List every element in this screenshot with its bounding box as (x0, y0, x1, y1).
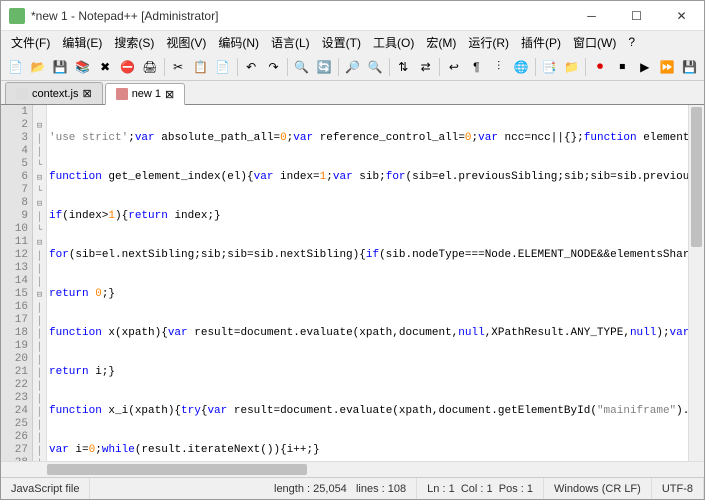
code-line: 'use strict';var absolute_path_all=0;var… (49, 132, 702, 145)
zoom-out-icon[interactable]: 🔍 (364, 56, 385, 78)
open-file-icon[interactable]: 📂 (27, 56, 48, 78)
replace-icon[interactable]: 🔄 (314, 56, 335, 78)
code-line: if(index>1){return index;} (49, 210, 702, 223)
menu-window[interactable]: 窗口(W) (567, 32, 622, 53)
save-all-icon[interactable]: 📚 (72, 56, 93, 78)
editor[interactable]: 12345 678910 1112131415 1617181920 21222… (1, 105, 704, 461)
wordwrap-icon[interactable]: ↩ (443, 56, 464, 78)
window-title: *new 1 - Notepad++ [Administrator] (31, 9, 569, 23)
menu-edit[interactable]: 编辑(E) (56, 32, 108, 53)
toolbar: 📄 📂 💾 📚 ✖ ⛔ 🖨 ✂ 📋 📄 ↶ ↷ 🔍 🔄 🔎 🔍 ⇅ ⇄ ↩ ¶ … (1, 53, 704, 81)
menu-view[interactable]: 视图(V) (160, 32, 212, 53)
save-icon[interactable]: 💾 (50, 56, 71, 78)
code-line: function x(xpath){var result=document.ev… (49, 327, 702, 340)
menu-file[interactable]: 文件(F) (5, 32, 56, 53)
code-line: var i=0;while(result.iterateNext()){i++;… (49, 444, 702, 457)
code-line: return 0;} (49, 288, 702, 301)
new-file-icon[interactable]: 📄 (5, 56, 26, 78)
func-list-icon[interactable]: 📑 (539, 56, 560, 78)
menu-encoding[interactable]: 编码(N) (212, 32, 265, 53)
vertical-scrollbar[interactable] (688, 105, 704, 461)
status-filetype: JavaScript file (1, 478, 90, 499)
separator (338, 58, 339, 76)
separator (535, 58, 536, 76)
maximize-button[interactable]: ☐ (614, 1, 659, 31)
horizontal-scrollbar[interactable] (1, 461, 704, 477)
separator (389, 58, 390, 76)
lang-icon[interactable]: 🌐 (510, 56, 531, 78)
redo-icon[interactable]: ↷ (263, 56, 284, 78)
scrollbar-thumb[interactable] (691, 107, 702, 247)
menu-bar: 文件(F) 编辑(E) 搜索(S) 视图(V) 编码(N) 语言(L) 设置(T… (1, 31, 704, 53)
stop-macro-icon[interactable]: ⏹ (612, 56, 633, 78)
separator (164, 58, 165, 76)
code-line: function get_element_index(el){var index… (49, 171, 702, 184)
tab-label: new 1 (132, 88, 161, 100)
menu-plugins[interactable]: 插件(P) (515, 32, 567, 53)
line-number-gutter: 12345 678910 1112131415 1617181920 21222… (1, 105, 33, 461)
separator (439, 58, 440, 76)
close-file-icon[interactable]: ✖ (94, 56, 115, 78)
menu-tools[interactable]: 工具(O) (367, 32, 420, 53)
sync-v-icon[interactable]: ⇅ (393, 56, 414, 78)
menu-macro[interactable]: 宏(M) (420, 32, 462, 53)
menu-language[interactable]: 语言(L) (265, 32, 316, 53)
minimize-button[interactable]: ─ (569, 1, 614, 31)
show-chars-icon[interactable]: ¶ (466, 56, 487, 78)
title-bar: *new 1 - Notepad++ [Administrator] ─ ☐ ✕ (1, 1, 704, 31)
tab-label: context.js (32, 88, 78, 100)
copy-icon[interactable]: 📋 (190, 56, 211, 78)
undo-icon[interactable]: ↶ (241, 56, 262, 78)
close-all-icon[interactable]: ⛔ (117, 56, 138, 78)
status-bar: JavaScript file length : 25,054 lines : … (1, 477, 704, 499)
tab-new-1[interactable]: new 1 ⊠ (105, 83, 186, 105)
indent-guide-icon[interactable]: ⫶ (488, 56, 509, 78)
paste-icon[interactable]: 📄 (212, 56, 233, 78)
status-position: Ln : 1 Col : 1 Pos : 1 (417, 478, 544, 499)
code-line: function x_i(xpath){try{var result=docum… (49, 405, 702, 418)
folder-icon[interactable]: 📁 (561, 56, 582, 78)
tab-bar: context.js ⊠ new 1 ⊠ (1, 81, 704, 105)
zoom-in-icon[interactable]: 🔎 (342, 56, 363, 78)
tab-close-icon[interactable]: ⊠ (165, 88, 174, 101)
file-icon (116, 88, 128, 100)
separator (237, 58, 238, 76)
record-macro-icon[interactable]: ⏺ (589, 56, 610, 78)
status-eol[interactable]: Windows (CR LF) (544, 478, 652, 499)
tab-context-js[interactable]: context.js ⊠ (5, 82, 103, 104)
code-content[interactable]: 'use strict';var absolute_path_all=0;var… (47, 105, 704, 461)
menu-run[interactable]: 运行(R) (462, 32, 515, 53)
menu-search[interactable]: 搜索(S) (108, 32, 160, 53)
sync-h-icon[interactable]: ⇄ (415, 56, 436, 78)
status-encoding[interactable]: UTF-8 (652, 478, 704, 499)
separator (585, 58, 586, 76)
print-icon[interactable]: 🖨 (139, 56, 160, 78)
file-icon (16, 88, 28, 100)
menu-help[interactable]: ? (622, 33, 641, 51)
code-line: for(sib=el.nextSibling;sib;sib=sib.nextS… (49, 249, 702, 262)
find-icon[interactable]: 🔍 (291, 56, 312, 78)
fold-column[interactable]: ⊟││└ ⊟└⊟│└ ⊟│││⊟ │││││ │││││ │││⊟└ ⊟││││… (33, 105, 47, 461)
scrollbar-thumb[interactable] (47, 464, 307, 475)
code-line: return i;} (49, 366, 702, 379)
save-macro-icon[interactable]: 💾 (679, 56, 700, 78)
menu-settings[interactable]: 设置(T) (316, 32, 367, 53)
play-multi-icon[interactable]: ⏩ (656, 56, 677, 78)
separator (287, 58, 288, 76)
tab-close-icon[interactable]: ⊠ (82, 87, 91, 100)
play-macro-icon[interactable]: ▶ (634, 56, 655, 78)
cut-icon[interactable]: ✂ (167, 56, 188, 78)
close-button[interactable]: ✕ (659, 1, 704, 31)
window-controls: ─ ☐ ✕ (569, 1, 704, 31)
status-length: length : 25,054 lines : 108 (264, 478, 417, 499)
app-icon (9, 8, 25, 24)
